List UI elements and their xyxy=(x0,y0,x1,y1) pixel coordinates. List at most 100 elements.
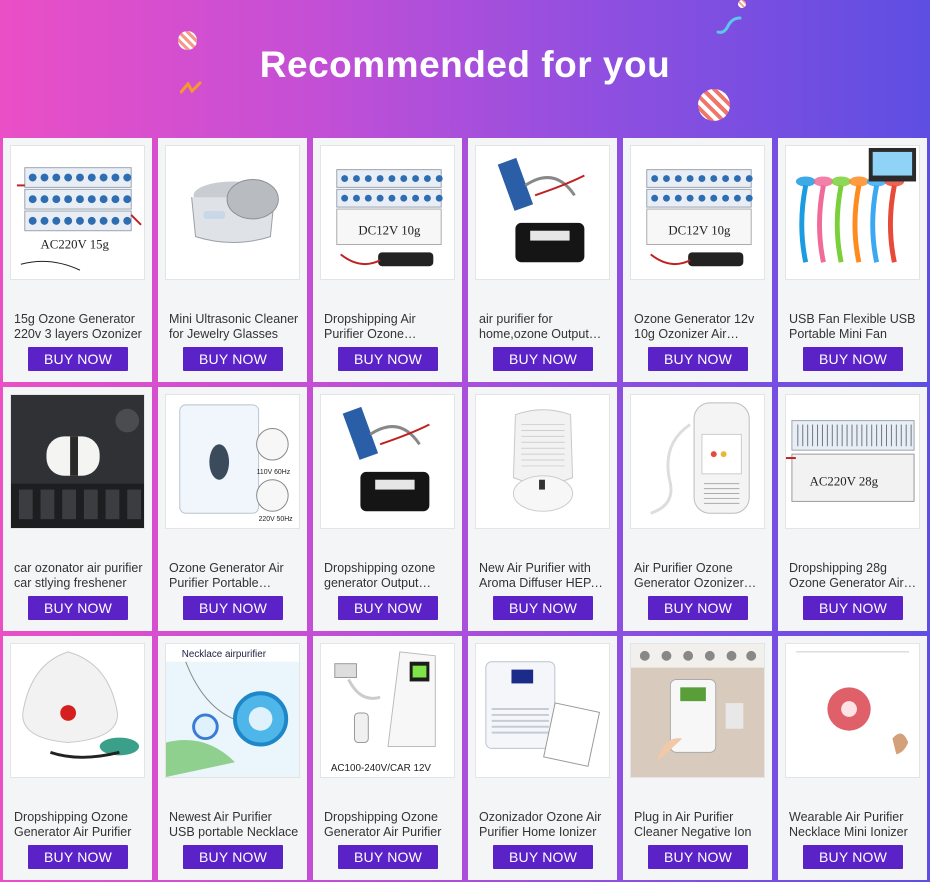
product-grid: AC220V 15g 15g Ozone Generator 220v 3 la… xyxy=(3,138,927,880)
wall-purifier-icon xyxy=(631,395,764,528)
usb-fans-icon xyxy=(786,146,919,279)
product-image[interactable]: DC12V 10g xyxy=(320,145,455,280)
ozone-plate-car-icon: DC12V 10g xyxy=(321,146,454,279)
product-card[interactable]: Mini Ultrasonic Cleaner for Jewelry Glas… xyxy=(158,138,307,382)
ozone-plate-28g-icon: AC220V 28g xyxy=(786,395,919,528)
ozone-module-icon xyxy=(321,395,454,528)
product-name[interactable]: air purifier for home,ozone Output ioniz… xyxy=(479,312,609,342)
product-card[interactable]: 110V 60Hz 220V 50Hz Ozone Generator Air P… xyxy=(158,387,307,631)
buy-now-button[interactable]: BUY NOW xyxy=(803,845,903,869)
white-ozone-box-icon: 110V 60Hz 220V 50Hz xyxy=(166,395,299,528)
product-name[interactable]: Mini Ultrasonic Cleaner for Jewelry Glas… xyxy=(169,312,299,342)
product-image[interactable]: Necklace airpurifier xyxy=(165,643,300,778)
buy-now-button[interactable]: BUY NOW xyxy=(28,596,128,620)
product-name[interactable]: Air Purifier Ozone Generator Ozonizer Io… xyxy=(634,561,764,591)
ozone-car-kit-icon: AC100-240V/CAR 12V xyxy=(321,644,454,777)
desk-ozonizer-icon xyxy=(476,644,609,777)
product-name[interactable]: Dropshipping Ozone Generator Air Purifie… xyxy=(324,810,454,840)
product-image[interactable] xyxy=(785,643,920,778)
page-title: Recommended for you xyxy=(259,44,671,85)
buy-now-button[interactable]: BUY NOW xyxy=(648,845,748,869)
buy-now-button[interactable]: BUY NOW xyxy=(28,347,128,371)
product-name[interactable]: New Air Purifier with Aroma Diffuser HEP… xyxy=(479,561,609,591)
product-card[interactable]: Ozonizador Ozone Air Purifier Home Ioniz… xyxy=(468,636,617,880)
product-card[interactable]: air purifier for home,ozone Output ioniz… xyxy=(468,138,617,382)
striped-ball-icon xyxy=(738,0,746,8)
product-name[interactable]: Plug in Air Purifier Cleaner Negative Io… xyxy=(634,810,764,840)
product-name[interactable]: car ozonator air purifier car stlying fr… xyxy=(14,561,144,591)
buy-now-button[interactable]: BUY NOW xyxy=(338,596,438,620)
buy-now-button[interactable]: BUY NOW xyxy=(493,347,593,371)
product-card[interactable]: AC220V 15g 15g Ozone Generator 220v 3 la… xyxy=(3,138,152,382)
striped-ball-icon xyxy=(698,89,730,121)
ozone-module-icon xyxy=(476,146,609,279)
product-card[interactable]: Necklace airpurifier Newest Air Purifier… xyxy=(158,636,307,880)
product-image[interactable]: AC100-240V/CAR 12V xyxy=(320,643,455,778)
plug-purifier-icon xyxy=(631,644,764,777)
wearable-purifier-icon xyxy=(786,644,919,777)
product-image[interactable]: AC220V 15g xyxy=(10,145,145,280)
product-name[interactable]: Dropshipping ozone generator Output ioni… xyxy=(324,561,454,591)
product-card[interactable]: car ozonator air purifier car stlying fr… xyxy=(3,387,152,631)
product-image[interactable] xyxy=(475,643,610,778)
product-name[interactable]: Dropshipping 28g Ozone Generator Air Pur… xyxy=(789,561,919,591)
product-name[interactable]: USB Fan Flexible USB Portable Mini Fan xyxy=(789,312,919,342)
product-name[interactable]: Newest Air Purifier USB portable Necklac… xyxy=(169,810,299,840)
product-image[interactable] xyxy=(165,145,300,280)
product-name[interactable]: 15g Ozone Generator 220v 3 layers Ozoniz… xyxy=(14,312,144,342)
buy-now-button[interactable]: BUY NOW xyxy=(338,347,438,371)
svg-text:220V 50Hz: 220V 50Hz xyxy=(259,516,294,523)
product-image[interactable]: 110V 60Hz 220V 50Hz xyxy=(165,394,300,529)
confetti-icon xyxy=(716,16,742,34)
product-card[interactable]: DC12V 10g Ozone Generator 12v 10g Ozoniz… xyxy=(623,138,772,382)
product-image[interactable] xyxy=(630,394,765,529)
buy-now-button[interactable]: BUY NOW xyxy=(648,596,748,620)
buy-now-button[interactable]: BUY NOW xyxy=(28,845,128,869)
product-card[interactable]: New Air Purifier with Aroma Diffuser HEP… xyxy=(468,387,617,631)
product-image[interactable] xyxy=(10,643,145,778)
buy-now-button[interactable]: BUY NOW xyxy=(183,596,283,620)
svg-text:110V 60Hz: 110V 60Hz xyxy=(257,469,291,476)
buy-now-button[interactable]: BUY NOW xyxy=(183,845,283,869)
product-image[interactable] xyxy=(475,394,610,529)
product-image-label: AC220V 15g xyxy=(41,237,110,251)
product-card[interactable]: AC220V 28g Dropshipping 28g Ozone Genera… xyxy=(778,387,927,631)
ozone-plate-3layer-icon: AC220V 15g xyxy=(11,146,144,279)
buy-now-button[interactable]: BUY NOW xyxy=(648,347,748,371)
product-image-label: DC12V 10g xyxy=(358,224,421,238)
product-name[interactable]: Ozone Generator 12v 10g Ozonizer Air Pur… xyxy=(634,312,764,342)
product-image-label: DC12V 10g xyxy=(668,224,731,238)
buy-now-button[interactable]: BUY NOW xyxy=(493,596,593,620)
product-name[interactable]: Ozone Generator Air Purifier Portable Oz… xyxy=(169,561,299,591)
buy-now-button[interactable]: BUY NOW xyxy=(183,347,283,371)
buy-now-button[interactable]: BUY NOW xyxy=(803,347,903,371)
product-card[interactable]: Dropshipping Ozone Generator Air Purifie… xyxy=(3,636,152,880)
product-card[interactable]: DC12V 10g Dropshipping Air Purifier Ozon… xyxy=(313,138,462,382)
product-image[interactable]: AC220V 28g xyxy=(785,394,920,529)
product-image[interactable] xyxy=(785,145,920,280)
product-name[interactable]: Dropshipping Ozone Generator Air Purifie… xyxy=(14,810,144,840)
product-card[interactable]: Wearable Air Purifier Necklace Mini Ioni… xyxy=(778,636,927,880)
buy-now-button[interactable]: BUY NOW xyxy=(338,845,438,869)
product-card[interactable]: USB Fan Flexible USB Portable Mini Fan BU… xyxy=(778,138,927,382)
ozone-plate-car-icon: DC12V 10g xyxy=(631,146,764,279)
buy-now-button[interactable]: BUY NOW xyxy=(493,845,593,869)
product-card[interactable]: Air Purifier Ozone Generator Ozonizer Io… xyxy=(623,387,772,631)
product-name[interactable]: Ozonizador Ozone Air Purifier Home Ioniz… xyxy=(479,810,609,840)
egg-purifier-icon xyxy=(11,644,144,777)
product-card[interactable]: Dropshipping ozone generator Output ioni… xyxy=(313,387,462,631)
product-image-label: AC220V 28g xyxy=(810,475,879,489)
product-image[interactable] xyxy=(10,394,145,529)
ultrasonic-cleaner-icon xyxy=(166,146,299,279)
product-card[interactable]: Plug in Air Purifier Cleaner Negative Io… xyxy=(623,636,772,880)
product-image[interactable] xyxy=(475,145,610,280)
product-name[interactable]: Wearable Air Purifier Necklace Mini Ioni… xyxy=(789,810,919,840)
product-image[interactable] xyxy=(630,643,765,778)
product-image[interactable] xyxy=(320,394,455,529)
recommend-header: Recommended for you xyxy=(0,0,930,138)
product-card[interactable]: AC100-240V/CAR 12V Dropshipping Ozone Gen… xyxy=(313,636,462,880)
product-image[interactable]: DC12V 10g xyxy=(630,145,765,280)
buy-now-button[interactable]: BUY NOW xyxy=(803,596,903,620)
car-vent-purifier-icon xyxy=(11,395,144,528)
product-name[interactable]: Dropshipping Air Purifier Ozone Generato… xyxy=(324,312,454,342)
